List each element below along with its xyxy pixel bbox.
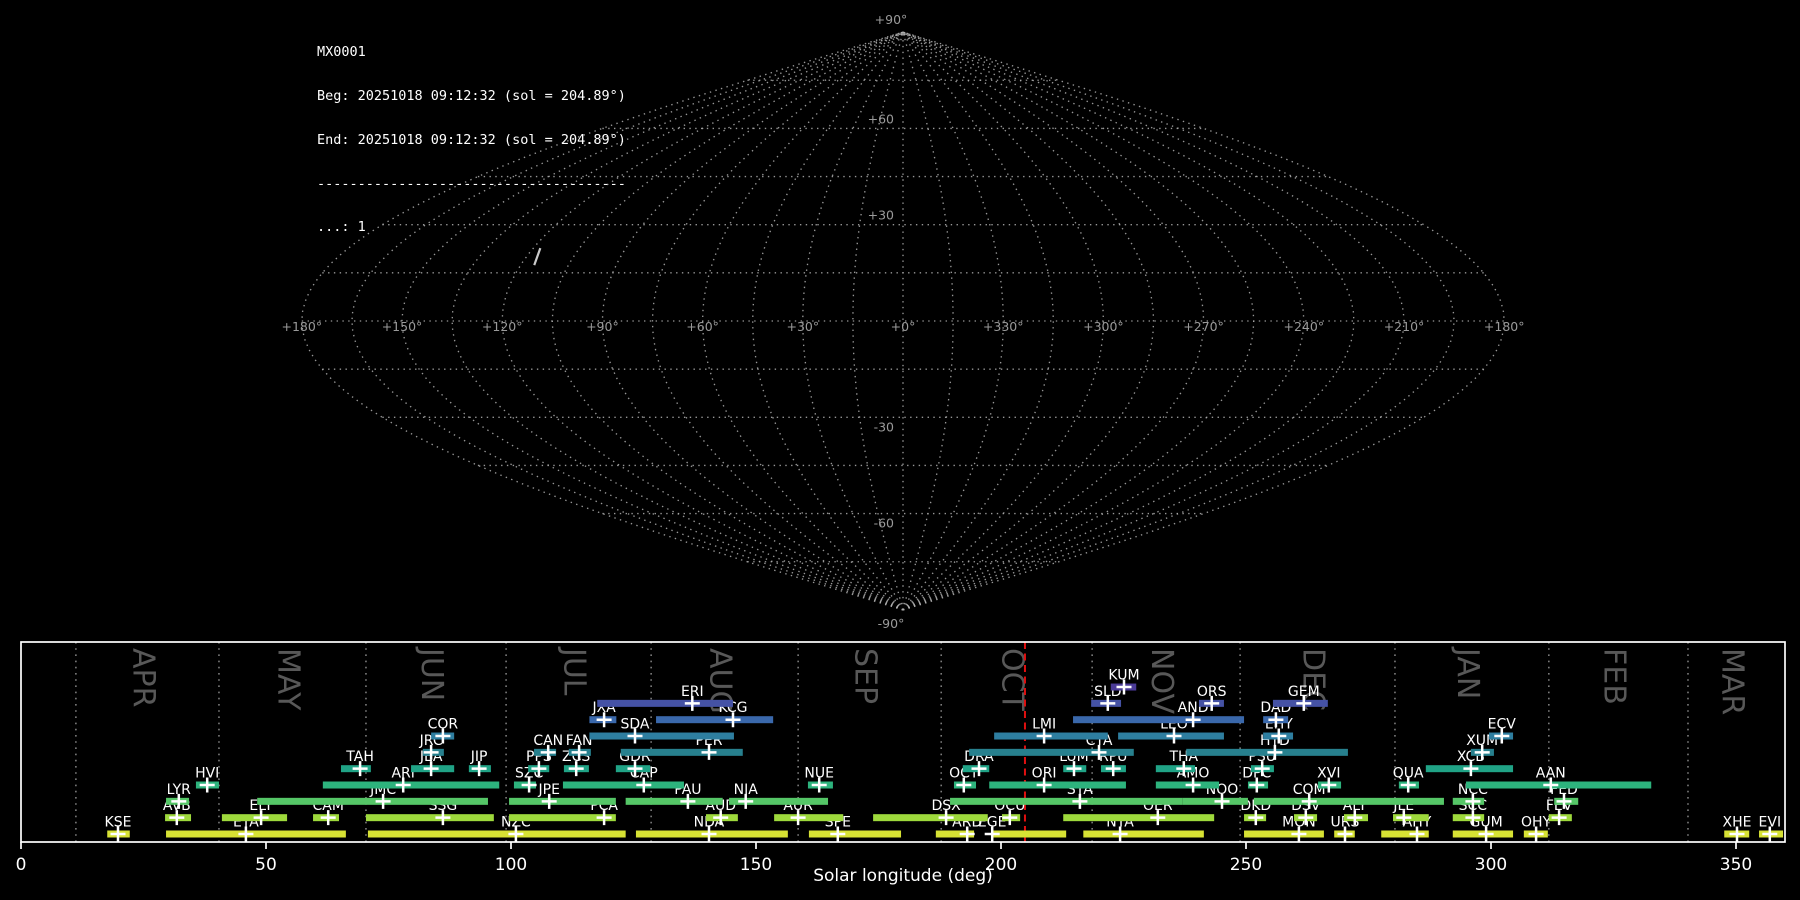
shower-label: ORS <box>1197 684 1227 700</box>
shower-bar <box>774 814 844 822</box>
longitude-label: +180° <box>282 319 323 334</box>
grid-meridian <box>601 31 904 611</box>
shower-label: EVI <box>1759 815 1782 831</box>
month-label: NOV <box>1144 648 1179 715</box>
shower-label: LYR <box>167 782 191 798</box>
shower-bar <box>1083 830 1204 838</box>
longitude-label: +30° <box>786 319 819 334</box>
shower-bar <box>1244 830 1324 838</box>
month-label: APR <box>125 648 160 707</box>
longitude-label: +270° <box>1183 319 1224 334</box>
shower-bar <box>989 781 1126 789</box>
shower-label: LMI <box>1032 717 1056 733</box>
shower-label: JIP <box>470 749 488 765</box>
latitude-label: +60 <box>868 111 894 126</box>
shower-bar <box>969 748 1134 756</box>
shower-bar <box>1466 781 1652 789</box>
shower-label: OHY <box>1521 815 1552 831</box>
shower-bar <box>365 814 494 822</box>
longitude-label: +180° <box>1484 319 1525 334</box>
shower-bar <box>656 716 774 724</box>
month-label: JAN <box>1450 646 1485 699</box>
longitude-label: +210° <box>1384 319 1425 334</box>
shower-bar <box>322 781 500 789</box>
shower-bar <box>166 830 346 838</box>
shower-bar <box>589 732 734 740</box>
sky-map-and-activity-plot: +90° -90° +60 +30 -30 -60 +180° +150° +120° +90° +… <box>16 12 1786 886</box>
shower-label: XHE <box>1722 815 1751 831</box>
x-tick-label: 150 <box>740 855 772 875</box>
separator-line: -------------------------------------- <box>317 175 626 192</box>
x-tick-label: 100 <box>495 855 527 875</box>
shower-label: HVI <box>195 766 219 782</box>
shower-label: ERI <box>681 684 704 700</box>
shower-label: KSE <box>105 815 132 831</box>
x-tick-label: 300 <box>1475 855 1507 875</box>
shower-bar <box>367 830 626 838</box>
shower-label: AAN <box>1536 766 1566 782</box>
x-tick-label: 50 <box>255 855 277 875</box>
shower-label: FAN <box>566 733 593 749</box>
meteor-shower-activity-screen: +90° -90° +60 +30 -30 -60 +180° +150° +120° +90° +… <box>0 0 1800 900</box>
shower-bar <box>625 797 723 805</box>
longitude-label: +0° <box>891 319 916 334</box>
month-label: SEP <box>848 648 883 704</box>
longitude-label: +90° <box>586 319 619 334</box>
month-label: JUN <box>414 646 449 701</box>
x-tick-label: 250 <box>1230 855 1262 875</box>
begin-time: Beg: 20251018 09:12:32 (sol = 204.89°) <box>317 87 626 104</box>
latitude-label: -60 <box>874 516 894 531</box>
shower-label: TAH <box>345 749 374 765</box>
shower-bar <box>1253 797 1444 805</box>
shower-label: NUE <box>804 766 834 782</box>
longitude-label: +120° <box>482 319 523 334</box>
shower-bar <box>257 797 488 805</box>
end-time: End: 20251018 09:12:32 (sol = 204.89°) <box>317 131 626 148</box>
shower-bar <box>1073 716 1245 724</box>
grid-meridian <box>902 31 1205 611</box>
shower-bar <box>993 830 1067 838</box>
month-label: MAR <box>1715 648 1750 715</box>
longitude-label: +60° <box>686 319 719 334</box>
shower-label: GEM <box>1288 684 1320 700</box>
latitude-label: +30 <box>868 208 894 223</box>
shower-bar <box>1186 748 1348 756</box>
month-label: FEB <box>1596 648 1631 705</box>
shower-count: ...: 1 <box>317 219 366 236</box>
x-axis-title: Solar longitude (deg) <box>813 866 993 886</box>
shower-bar <box>597 699 733 707</box>
longitude-label: +330° <box>983 319 1024 334</box>
longitude-label: +150° <box>382 319 423 334</box>
shower-label: JPE <box>538 782 560 798</box>
month-label: MAY <box>271 648 306 711</box>
shower-label: SDA <box>620 717 649 733</box>
latitude-label: -30 <box>874 419 894 434</box>
shower-label: NIA <box>734 782 759 798</box>
shower-label: KUM <box>1108 668 1139 684</box>
shower-label: COR <box>428 717 459 733</box>
shower-bar <box>562 781 684 789</box>
month-label: JUL <box>557 646 592 696</box>
shower-label: CAN <box>533 733 563 749</box>
shower-label: QUA <box>1393 766 1424 782</box>
shower-label: ECV <box>1488 717 1517 733</box>
observation-info-block: MX0001 Beg: 20251018 09:12:32 (sol = 204… <box>317 16 626 264</box>
pole-label-north: +90° <box>875 12 908 27</box>
longitude-label: +240° <box>1284 319 1325 334</box>
shower-bar <box>1063 814 1215 822</box>
shower-label: ORI <box>1032 766 1057 782</box>
x-tick-label: 0 <box>16 855 27 875</box>
shower-bar <box>950 797 1183 805</box>
shower-bar <box>873 814 988 822</box>
pole-label-south: -90° <box>878 616 905 631</box>
shower-bar <box>620 748 743 756</box>
shower-bar <box>808 830 902 838</box>
shower-bar <box>509 797 616 805</box>
shower-label: XVI <box>1317 766 1340 782</box>
x-tick-label: 350 <box>1720 855 1752 875</box>
station-id: MX0001 <box>317 44 366 61</box>
longitude-label: +300° <box>1083 319 1124 334</box>
